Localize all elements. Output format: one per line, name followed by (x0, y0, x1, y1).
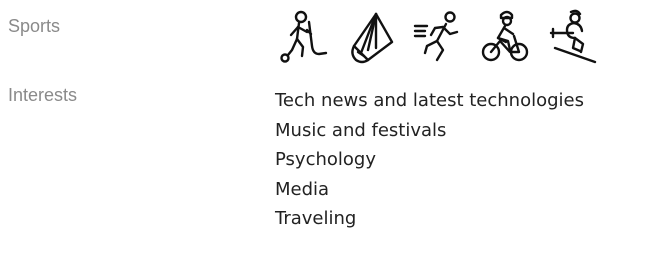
interests-label: Interests (8, 85, 78, 105)
badminton-shuttlecock-icon (346, 8, 396, 66)
hockey-player-icon (279, 8, 329, 66)
interest-item: Tech news and latest technologies (275, 90, 584, 111)
interest-item: Psychology (275, 149, 376, 170)
interest-item: Music and festivals (275, 119, 447, 141)
interest-item: Traveling (275, 208, 357, 229)
interests-list: Tech news and latest technologies Music … (275, 86, 584, 234)
interest-item: Media (275, 178, 330, 200)
cyclist-icon (480, 8, 530, 66)
skier-icon (547, 8, 597, 66)
runner-icon (413, 8, 463, 66)
sports-icons (279, 6, 614, 68)
sports-label: Sports (8, 16, 61, 36)
